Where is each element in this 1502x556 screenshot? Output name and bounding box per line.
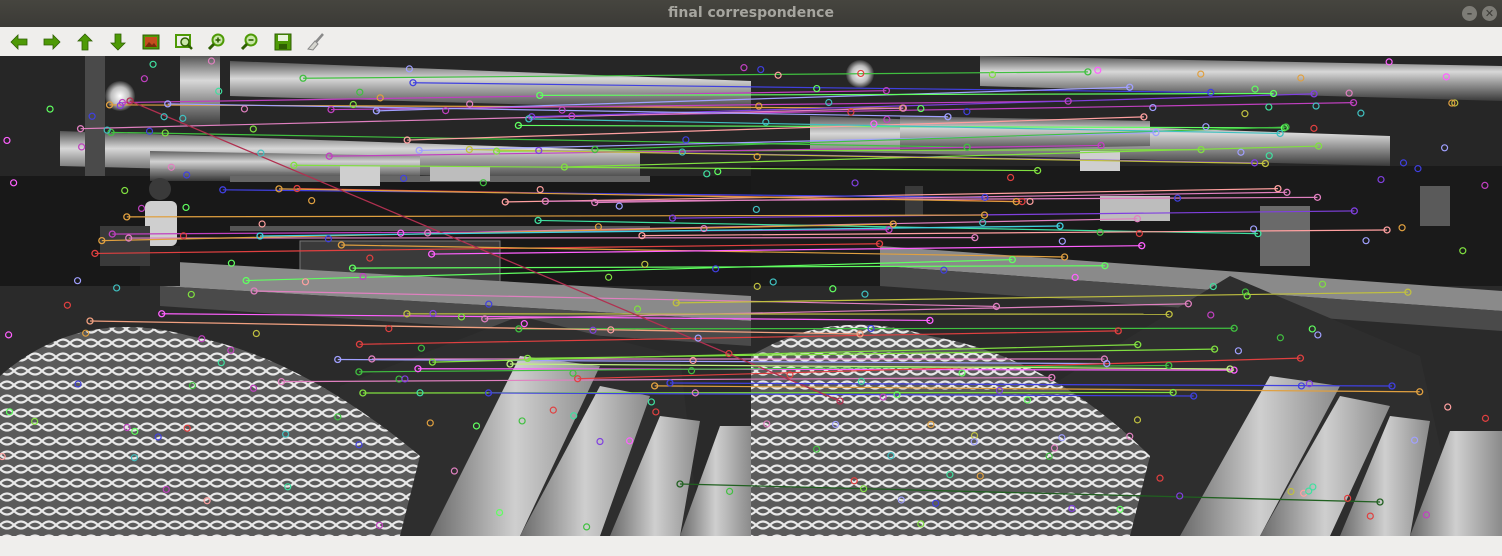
- save-icon: [274, 33, 292, 51]
- minus-icon[interactable]: –: [1462, 6, 1477, 21]
- statusbar: [0, 536, 1502, 556]
- zoom-in-button[interactable]: [205, 30, 229, 54]
- zoom-in-icon: [207, 33, 225, 51]
- picture-icon: [142, 34, 160, 50]
- zoom-1-to-1-icon: [175, 34, 193, 50]
- pan-left-button[interactable]: [7, 30, 31, 54]
- pan-up-button[interactable]: [73, 30, 97, 54]
- match-line: [362, 391, 1174, 394]
- window-title: final correspondence: [668, 5, 834, 21]
- zoom-out-button[interactable]: [238, 30, 262, 54]
- zoom-fit-button[interactable]: [139, 30, 163, 54]
- pan-right-button[interactable]: [40, 30, 64, 54]
- pan-down-button[interactable]: [106, 30, 130, 54]
- properties-button[interactable]: [304, 30, 328, 54]
- save-button[interactable]: [271, 30, 295, 54]
- match-line: [518, 327, 1235, 330]
- zoom-original-button[interactable]: [172, 30, 196, 54]
- arrow-down-icon: [110, 33, 126, 51]
- zoom-out-icon: [240, 33, 258, 51]
- brush-icon: [307, 33, 324, 51]
- close-icon[interactable]: ✕: [1482, 6, 1497, 21]
- toolbar: [0, 27, 1502, 57]
- correspondence-image[interactable]: [0, 56, 1502, 536]
- arrow-up-icon: [77, 33, 93, 51]
- arrow-right-icon: [43, 34, 61, 50]
- window-titlebar: final correspondence – ✕: [0, 0, 1502, 27]
- arrow-left-icon: [10, 34, 28, 50]
- correspondence-svg: [0, 56, 1502, 536]
